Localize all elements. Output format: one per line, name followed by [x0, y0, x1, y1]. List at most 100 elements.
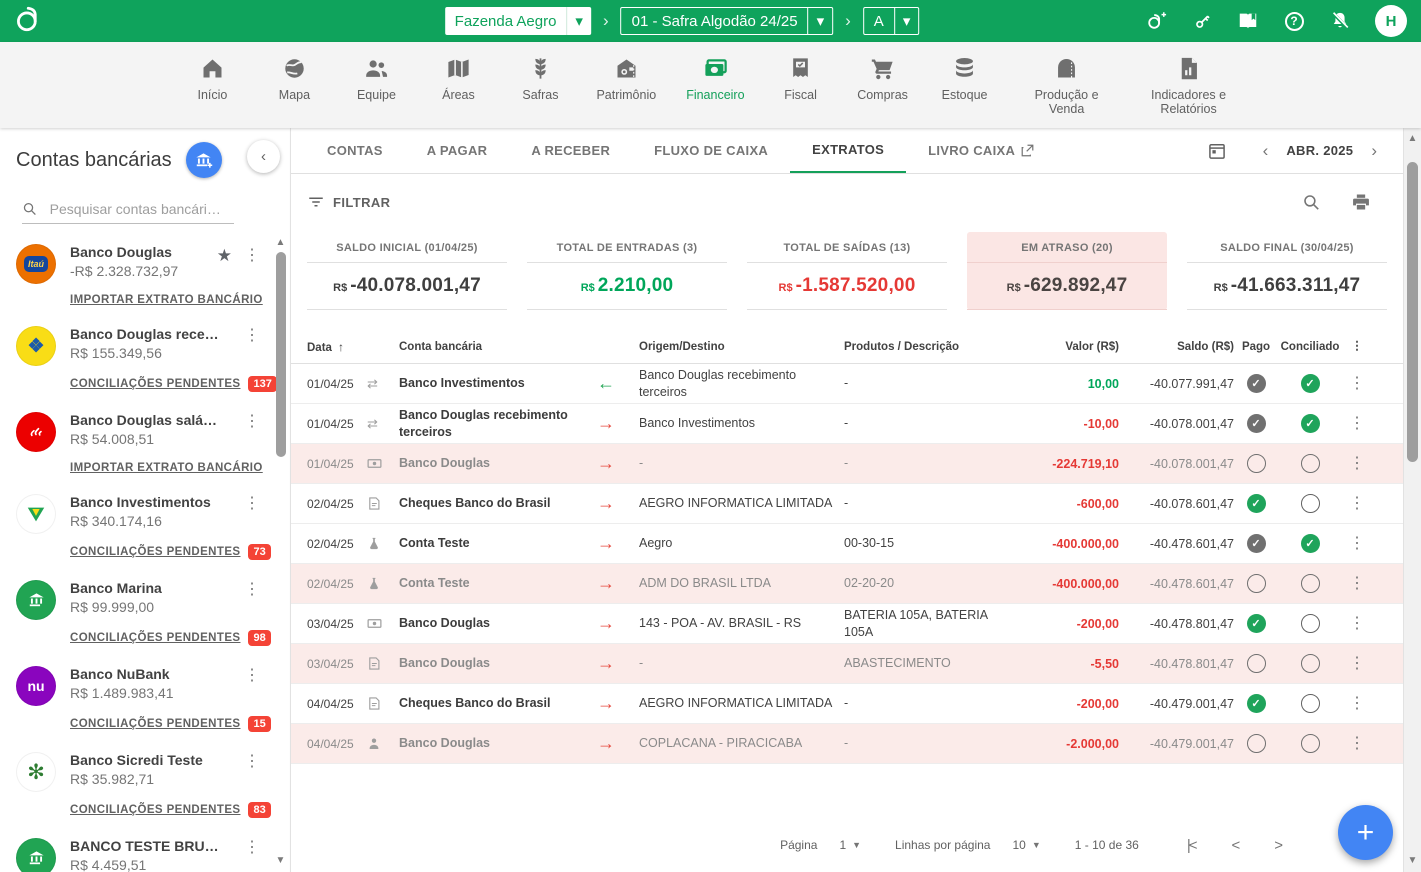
reconciled-checked-icon[interactable]: ✓	[1301, 414, 1320, 433]
pending-reconciliations-link[interactable]: CONCILIAÇÕES PENDENTES	[70, 718, 240, 730]
paid-checked-icon[interactable]: ✓	[1247, 494, 1266, 513]
plot-selector[interactable]: A ▾	[863, 7, 920, 35]
row-options-icon[interactable]: ⋮	[1342, 416, 1372, 432]
bank-account-item[interactable]: ❖ Banco Douglas recebime… R$ 155.349,56 …	[16, 326, 290, 392]
col-reconciled[interactable]: Conciliado	[1278, 341, 1342, 353]
row-options-icon[interactable]: ⋮	[1342, 736, 1372, 752]
calendar-icon[interactable]	[1207, 141, 1227, 161]
book-icon[interactable]	[1237, 10, 1259, 32]
import-statement-link[interactable]: IMPORTAR EXTRATO BANCÁRIO	[70, 462, 263, 474]
main-scrollbar[interactable]: ▲ ▼	[1404, 128, 1421, 872]
summary-card-3[interactable]: EM ATRASO (20) R$-629.892,47	[967, 232, 1167, 310]
paid-unchecked-icon[interactable]	[1247, 454, 1266, 473]
reconciled-unchecked-icon[interactable]	[1301, 454, 1320, 473]
filter-button[interactable]: FILTRAR	[307, 193, 390, 211]
table-row[interactable]: 02/04/25 Conta Teste → Aegro 00-30-15 -4…	[291, 524, 1403, 564]
scroll-down-icon[interactable]: ▼	[1408, 854, 1418, 868]
table-row[interactable]: 03/04/25 Banco Douglas → 143 - POA - AV.…	[291, 604, 1403, 644]
row-options-icon[interactable]: ⋮	[1342, 456, 1372, 472]
paid-checked-icon[interactable]: ✓	[1247, 694, 1266, 713]
row-options-icon[interactable]: ⋮	[1342, 696, 1372, 712]
next-month-button[interactable]: ›	[1359, 141, 1389, 161]
col-account[interactable]: Conta bancária	[399, 341, 597, 353]
nav-item-estoque[interactable]: Estoque	[939, 55, 991, 102]
nav-item-indicadores-e-relat-rios[interactable]: Indicadores e Relatórios	[1143, 55, 1235, 117]
nav-item--reas[interactable]: Áreas	[432, 55, 484, 102]
farm-selector-caret-icon[interactable]: ▾	[566, 7, 591, 35]
paid-checked-icon[interactable]: ✓	[1247, 614, 1266, 633]
row-options-icon[interactable]: ⋮	[1342, 376, 1372, 392]
tab-extratos[interactable]: EXTRATOS	[790, 128, 906, 173]
add-bank-account-button[interactable]	[186, 142, 222, 178]
first-page-button[interactable]: |<	[1173, 837, 1210, 854]
add-transaction-button[interactable]: +	[1338, 805, 1393, 860]
paid-unchecked-icon[interactable]	[1247, 574, 1266, 593]
paid-unchecked-icon[interactable]	[1247, 654, 1266, 673]
account-options-icon[interactable]: ⋮	[244, 328, 260, 344]
tab-a-receber[interactable]: A RECEBER	[509, 128, 632, 173]
table-row[interactable]: 02/04/25 Conta Teste → ADM DO BRASIL LTD…	[291, 564, 1403, 604]
paid-checked-icon[interactable]: ✓	[1247, 374, 1266, 393]
paid-checked-icon[interactable]: ✓	[1247, 414, 1266, 433]
bank-account-item[interactable]: Banco Marina R$ 99.999,00 ⋮ CONCILIAÇÕES…	[16, 580, 290, 646]
paid-checked-icon[interactable]: ✓	[1247, 534, 1266, 553]
reconciled-unchecked-icon[interactable]	[1301, 654, 1320, 673]
paid-unchecked-icon[interactable]	[1247, 734, 1266, 753]
table-row[interactable]: 01/04/25 ⇄ Banco Douglas recebimento ter…	[291, 404, 1403, 444]
reconciled-unchecked-icon[interactable]	[1301, 574, 1320, 593]
import-statement-link[interactable]: IMPORTAR EXTRATO BANCÁRIO	[70, 294, 263, 306]
nav-item-in-cio[interactable]: Início	[186, 55, 238, 102]
bank-account-item[interactable]: Banco Douglas salário Ti… R$ 54.008,51 ⋮…	[16, 412, 290, 474]
col-balance[interactable]: Saldo (R$)	[1119, 341, 1234, 353]
nav-item-safras[interactable]: Safras	[514, 55, 566, 102]
scroll-up-icon[interactable]: ▲	[1408, 132, 1418, 146]
row-options-icon[interactable]: ⋮	[1342, 576, 1372, 592]
row-options-icon[interactable]: ⋮	[1342, 656, 1372, 672]
reconciled-unchecked-icon[interactable]	[1301, 734, 1320, 753]
row-options-icon[interactable]: ⋮	[1342, 536, 1372, 552]
pending-reconciliations-link[interactable]: CONCILIAÇÕES PENDENTES	[70, 632, 240, 644]
nav-item-mapa[interactable]: Mapa	[268, 55, 320, 102]
reconciled-checked-icon[interactable]: ✓	[1301, 374, 1320, 393]
search-accounts-input[interactable]	[50, 201, 234, 217]
rows-per-page-select[interactable]: 10▼	[1012, 838, 1040, 852]
account-options-icon[interactable]: ⋮	[244, 840, 260, 856]
nav-item-equipe[interactable]: Equipe	[350, 55, 402, 102]
harvest-selector[interactable]: 01 - Safra Algodão 24/25 ▾	[621, 7, 834, 35]
col-date[interactable]: Data↑	[307, 340, 367, 354]
reconciled-unchecked-icon[interactable]	[1301, 494, 1320, 513]
col-products[interactable]: Produtos / Descrição	[844, 341, 1004, 353]
aegro-plus-icon[interactable]	[1145, 10, 1167, 32]
nav-item-patrim-nio[interactable]: Patrimônio	[596, 55, 656, 102]
notifications-off-icon[interactable]	[1329, 10, 1351, 32]
tab-a-pagar[interactable]: A PAGAR	[405, 128, 510, 173]
user-avatar[interactable]: H	[1375, 5, 1407, 37]
nav-item-produ-o-e-venda[interactable]: Produção e Venda	[1021, 55, 1113, 117]
table-options-icon[interactable]: ⋮	[1342, 341, 1372, 353]
row-options-icon[interactable]: ⋮	[1342, 616, 1372, 632]
harvest-selector-caret-icon[interactable]: ▾	[808, 8, 833, 34]
bank-account-item[interactable]: Banco Investimentos R$ 340.174,16 ⋮ CONC…	[16, 494, 290, 560]
table-row[interactable]: 04/04/25 Cheques Banco do Brasil → AEGRO…	[291, 684, 1403, 724]
reconciled-checked-icon[interactable]: ✓	[1301, 534, 1320, 553]
col-origin[interactable]: Origem/Destino	[639, 341, 844, 353]
nav-item-fiscal[interactable]: Fiscal	[775, 55, 827, 102]
account-options-icon[interactable]: ⋮	[244, 248, 260, 264]
table-row[interactable]: 03/04/25 Banco Douglas → - ABASTECIMENTO…	[291, 644, 1403, 684]
sidebar-scroll-thumb[interactable]	[276, 252, 286, 457]
reconciled-unchecked-icon[interactable]	[1301, 614, 1320, 633]
next-page-button[interactable]: >	[1260, 837, 1295, 854]
table-row[interactable]: 01/04/25 Banco Douglas → - - -224.719,10…	[291, 444, 1403, 484]
tab-fluxo-de-caixa[interactable]: FLUXO DE CAIXA	[632, 128, 790, 173]
main-scroll-thumb[interactable]	[1407, 162, 1418, 462]
previous-page-button[interactable]: <	[1217, 837, 1252, 854]
bank-account-item[interactable]: ✻ Banco Sicredi Teste R$ 35.982,71 ⋮ CON…	[16, 752, 290, 818]
help-icon[interactable]: ?	[1283, 10, 1305, 32]
scroll-down-icon[interactable]: ▼	[276, 854, 286, 868]
reconciled-unchecked-icon[interactable]	[1301, 694, 1320, 713]
nav-item-compras[interactable]: Compras	[857, 55, 909, 102]
aegro-logo-icon[interactable]	[14, 5, 54, 38]
pending-reconciliations-link[interactable]: CONCILIAÇÕES PENDENTES	[70, 378, 240, 390]
col-paid[interactable]: Pago	[1234, 341, 1278, 353]
pending-reconciliations-link[interactable]: CONCILIAÇÕES PENDENTES	[70, 804, 240, 816]
